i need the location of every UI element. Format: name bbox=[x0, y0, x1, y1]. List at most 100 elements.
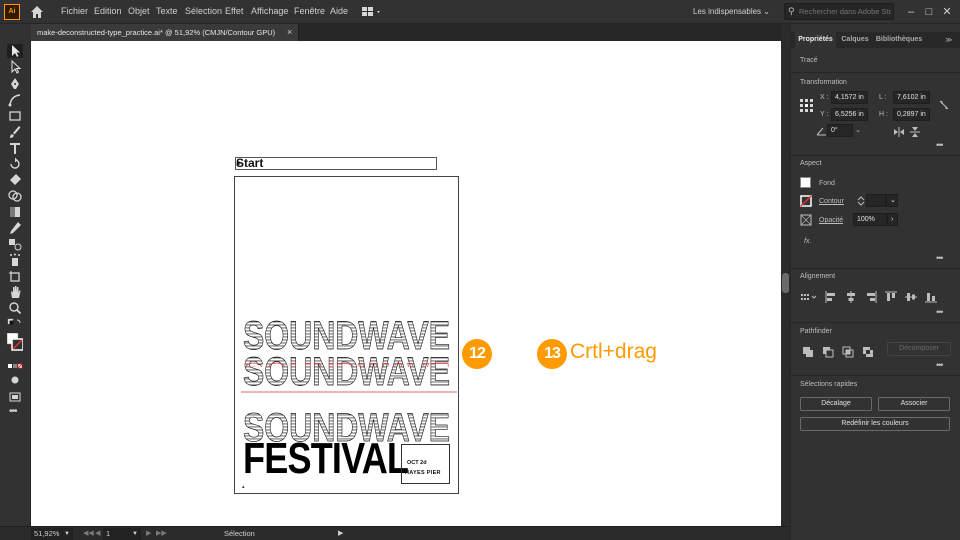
properties-panel: Propriétés Calques Bibliothèques ≫ Tracé… bbox=[790, 24, 960, 540]
group-button[interactable]: Associer bbox=[878, 397, 950, 411]
aspect-more-options-icon[interactable]: ••• bbox=[936, 253, 944, 263]
rotate-tool-icon[interactable] bbox=[7, 157, 23, 171]
more-tools-icon[interactable]: ••• bbox=[9, 406, 17, 417]
arrange-documents-icon[interactable] bbox=[361, 5, 383, 19]
selection-tool-icon[interactable] bbox=[7, 44, 23, 58]
vertical-scrollbar[interactable] bbox=[781, 24, 790, 526]
rotation-angle-field[interactable]: 0° bbox=[827, 124, 853, 137]
stock-search-box[interactable]: ⚲ bbox=[784, 3, 894, 20]
fx-icon[interactable]: fx. bbox=[804, 238, 811, 245]
soundwave-type-stack[interactable]: SOUNDWAVE SOUNDWAVE SOUNDWAVE SOUNDWAVE bbox=[241, 311, 459, 450]
curvature-tool-icon[interactable] bbox=[7, 93, 23, 107]
align-vertical-center-icon[interactable] bbox=[905, 291, 917, 303]
constrain-proportions-icon[interactable] bbox=[938, 99, 950, 111]
menu-affichage[interactable]: Affichage bbox=[251, 6, 288, 16]
tab-proprietes[interactable]: Propriétés bbox=[795, 32, 836, 48]
opacity-label[interactable]: Opacité bbox=[819, 217, 843, 224]
symbol-sprayer-tool-icon[interactable] bbox=[7, 253, 23, 267]
align-to-icon[interactable] bbox=[800, 291, 818, 303]
workspace-switcher[interactable]: Les indispensables ⌄ bbox=[686, 3, 776, 21]
status-tool-name[interactable]: Sélection bbox=[224, 528, 255, 540]
blend-tool-icon[interactable] bbox=[7, 237, 23, 251]
hand-tool-icon[interactable] bbox=[7, 285, 23, 299]
close-tab-icon[interactable]: × bbox=[287, 27, 292, 37]
type-tool-icon[interactable] bbox=[7, 141, 23, 155]
menu-fenetre[interactable]: Fenêtre bbox=[294, 6, 325, 16]
opacity-field[interactable]: 100% bbox=[853, 213, 887, 226]
next-artboard-icon[interactable]: ▶ bbox=[146, 528, 151, 540]
swap-colors-icon[interactable] bbox=[7, 317, 23, 331]
pen-tool-icon[interactable] bbox=[7, 77, 23, 91]
artboard-number-dropdown[interactable]: 1 ▼ bbox=[103, 528, 141, 540]
flip-horizontal-icon[interactable] bbox=[893, 126, 905, 138]
angle-dropdown-icon[interactable]: ⌄ bbox=[855, 126, 861, 134]
align-more-options-icon[interactable]: ••• bbox=[936, 307, 944, 317]
close-icon[interactable]: ✕ bbox=[940, 5, 954, 19]
align-top-icon[interactable] bbox=[885, 291, 897, 303]
status-menu-icon[interactable]: ▶ bbox=[338, 528, 343, 540]
screen-mode-icon[interactable] bbox=[7, 390, 23, 404]
previous-artboard-icon[interactable]: ◀ bbox=[95, 528, 100, 540]
height-field[interactable]: 0,2897 in bbox=[893, 108, 930, 121]
transform-more-options-icon[interactable]: ••• bbox=[936, 140, 944, 150]
x-position-field[interactable]: 4,1572 in bbox=[831, 91, 868, 104]
stroke-weight-dropdown-icon[interactable]: ⌄ bbox=[886, 194, 898, 207]
pathfinder-unite-icon[interactable] bbox=[802, 346, 814, 358]
pathfinder-exclude-icon[interactable] bbox=[862, 346, 874, 358]
shape-builder-tool-icon[interactable] bbox=[7, 189, 23, 203]
eyedropper-tool-icon[interactable] bbox=[7, 221, 23, 235]
align-horizontal-center-icon[interactable] bbox=[845, 291, 857, 303]
fill-stroke-swatch-icon[interactable] bbox=[6, 332, 24, 355]
pathfinder-intersect-icon[interactable] bbox=[842, 346, 854, 358]
stroke-swatch-icon[interactable] bbox=[800, 195, 812, 207]
drawing-mode-icon[interactable] bbox=[7, 373, 23, 387]
info-box[interactable]: OCT 2d HAYES PIER bbox=[401, 444, 450, 484]
minimize-icon[interactable]: – bbox=[904, 5, 918, 19]
last-artboard-icon[interactable]: ▶▶ bbox=[156, 528, 167, 540]
menu-fichier[interactable]: Fichier bbox=[61, 6, 88, 16]
recolor-button[interactable]: Redéfinir les couleurs bbox=[800, 417, 950, 431]
direct-selection-tool-icon[interactable] bbox=[7, 59, 23, 74]
align-right-icon[interactable] bbox=[865, 291, 877, 303]
reference-point-icon[interactable] bbox=[800, 99, 813, 112]
align-bottom-icon[interactable] bbox=[925, 291, 937, 303]
artboard-tool-icon[interactable] bbox=[7, 269, 23, 283]
document-tab[interactable]: make-deconstructed-type_practice.ai* @ 5… bbox=[31, 24, 299, 41]
first-artboard-icon[interactable]: ◀◀ bbox=[83, 528, 94, 540]
stroke-weight-field[interactable] bbox=[866, 194, 886, 207]
tab-calques[interactable]: Calques bbox=[838, 32, 872, 48]
align-left-icon[interactable] bbox=[825, 291, 837, 303]
start-text-frame[interactable]: Start ▪ bbox=[235, 156, 437, 170]
stroke-label[interactable]: Contour bbox=[819, 198, 844, 205]
width-field[interactable]: 7,6102 in bbox=[893, 91, 930, 104]
pathfinder-more-options-icon[interactable]: ••• bbox=[936, 360, 944, 370]
fill-swatch[interactable] bbox=[800, 177, 811, 188]
y-position-field[interactable]: 6,5256 in bbox=[831, 108, 868, 121]
pathfinder-minus-front-icon[interactable] bbox=[822, 346, 834, 358]
vertical-scroll-thumb[interactable] bbox=[782, 273, 789, 293]
menu-effet[interactable]: Effet bbox=[225, 6, 243, 16]
menu-aide[interactable]: Aide bbox=[330, 6, 348, 16]
color-mode-icon[interactable] bbox=[7, 360, 23, 374]
panel-menu-icon[interactable]: ≫ bbox=[945, 36, 952, 44]
paintbrush-tool-icon[interactable] bbox=[7, 125, 23, 139]
tab-bibliotheques[interactable]: Bibliothèques bbox=[874, 32, 924, 48]
menu-texte[interactable]: Texte bbox=[156, 6, 178, 16]
festival-heading[interactable]: FESTIVAL bbox=[243, 434, 409, 484]
stock-search-input[interactable] bbox=[799, 5, 891, 18]
offset-path-button[interactable]: Décalage bbox=[800, 397, 872, 411]
home-icon[interactable] bbox=[28, 4, 46, 20]
gradient-tool-icon[interactable] bbox=[7, 205, 23, 219]
flip-vertical-icon[interactable] bbox=[909, 126, 921, 138]
zoom-tool-icon[interactable] bbox=[7, 301, 23, 315]
menu-edition[interactable]: Edition bbox=[94, 6, 122, 16]
expand-button[interactable]: Décomposer bbox=[887, 342, 951, 356]
opacity-arrow-icon[interactable]: › bbox=[887, 213, 898, 226]
eraser-tool-icon[interactable] bbox=[7, 173, 23, 187]
maximize-icon[interactable]: □ bbox=[922, 5, 936, 19]
rectangle-tool-icon[interactable] bbox=[7, 109, 23, 123]
artboard-canvas[interactable]: Start ▪ SOUNDWAVE SOUNDWAVE SOUNDWAVE SO… bbox=[31, 41, 781, 526]
menu-objet[interactable]: Objet bbox=[128, 6, 150, 16]
menu-selection[interactable]: Sélection bbox=[185, 6, 222, 16]
zoom-level-dropdown[interactable]: 51,92% ▼ bbox=[31, 528, 73, 540]
